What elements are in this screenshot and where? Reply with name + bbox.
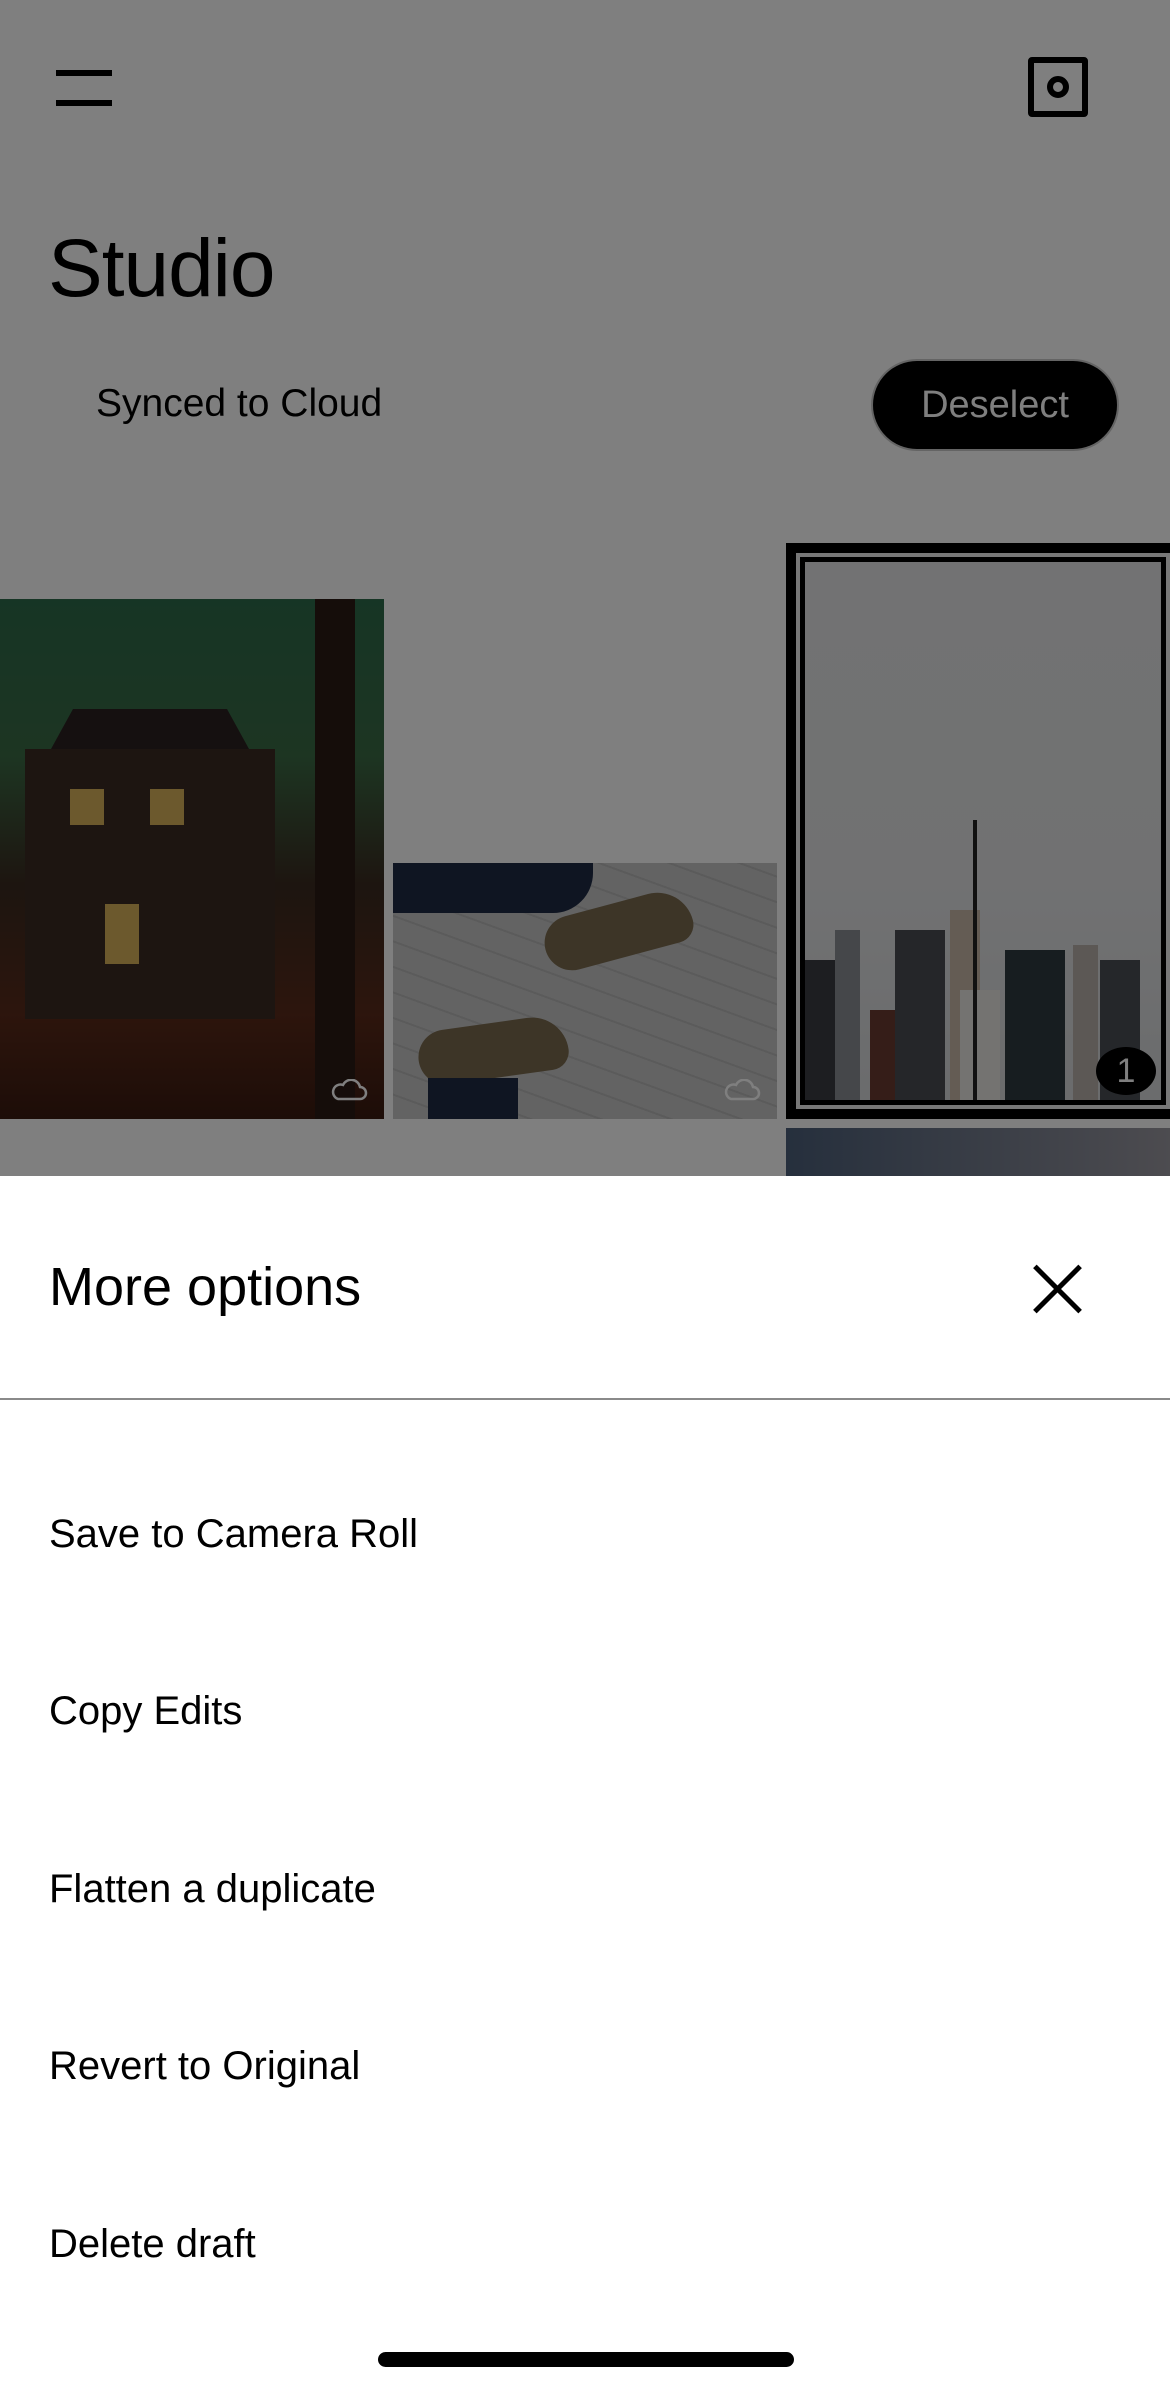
more-options-sheet: More options Save to Camera Roll Copy Ed… [0, 1176, 1170, 2391]
sheet-title: More options [49, 1257, 362, 1317]
option-revert-to-original[interactable]: Revert to Original [0, 1977, 1170, 2155]
option-flatten-duplicate[interactable]: Flatten a duplicate [0, 1800, 1170, 1978]
sheet-header: More options [0, 1176, 1170, 1400]
option-save-to-camera-roll[interactable]: Save to Camera Roll [0, 1445, 1170, 1623]
home-indicator[interactable] [378, 2352, 794, 2367]
option-delete-draft[interactable]: Delete draft [0, 2155, 1170, 2333]
option-copy-edits[interactable]: Copy Edits [0, 1622, 1170, 1800]
close-icon[interactable] [1030, 1262, 1084, 1316]
